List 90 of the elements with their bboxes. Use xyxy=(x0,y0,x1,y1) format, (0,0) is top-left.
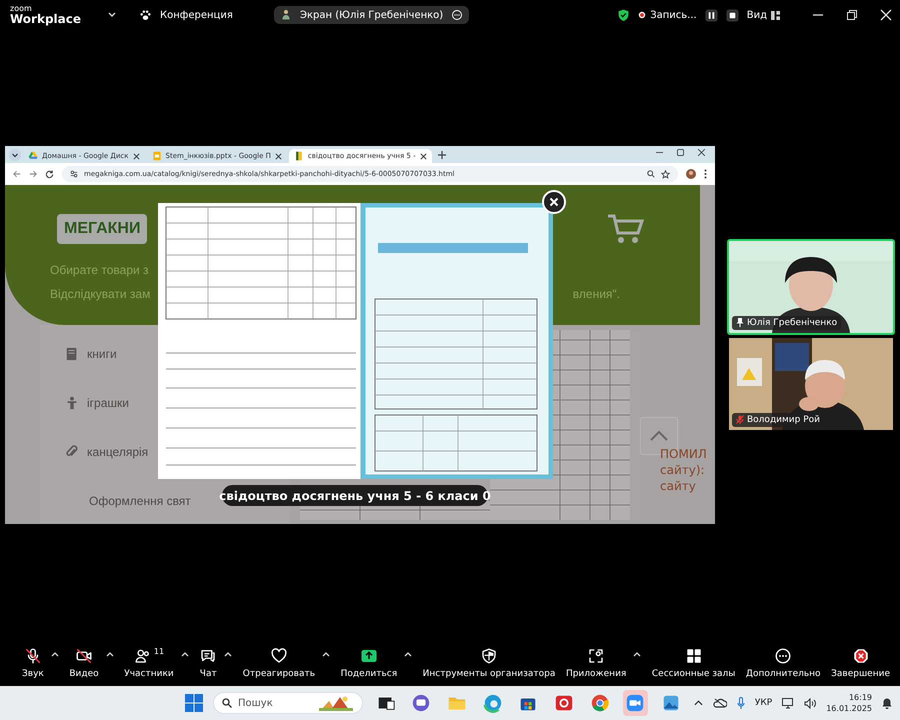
chevron-up-icon[interactable] xyxy=(694,700,703,706)
caret-icon[interactable] xyxy=(322,651,330,657)
chevron-up-icon xyxy=(649,430,669,442)
grid-icon xyxy=(771,10,780,20)
toolbar-button[interactable]: Завершение xyxy=(831,647,890,679)
toolbar-button[interactable]: Чат xyxy=(199,647,218,679)
clock-time[interactable]: 16:19 xyxy=(848,692,872,703)
start-icon[interactable] xyxy=(185,694,203,712)
caret-icon[interactable] xyxy=(50,651,59,657)
close-icon[interactable] xyxy=(420,152,427,160)
restore-icon[interactable] xyxy=(846,9,858,21)
toolbar-button[interactable]: 11 Участники xyxy=(124,647,174,679)
menu-item[interactable]: іграшки xyxy=(40,392,129,414)
clock-date[interactable]: 16.01.2025 xyxy=(826,703,872,714)
notice-text: сайту): xyxy=(659,463,706,477)
ring-app-icon xyxy=(554,693,574,713)
recording-label: Запись... xyxy=(650,10,697,20)
photos-icon xyxy=(661,693,682,713)
promo-text: Відслідкувати зам xyxy=(50,287,150,301)
toolbar-button[interactable]: Видео xyxy=(69,647,99,679)
app-name: Workplace xyxy=(10,13,82,25)
paw-icon xyxy=(139,8,152,22)
language-indicator[interactable]: УКР xyxy=(754,698,772,708)
notice-text: ПОМИЛ xyxy=(659,447,707,461)
mic-icon xyxy=(24,647,42,665)
meeting-title: Конференция xyxy=(160,10,233,20)
video-tile[interactable]: Юлія Гребеніченко xyxy=(727,238,895,334)
presenter-icon xyxy=(280,9,292,21)
restore-icon[interactable] xyxy=(677,149,684,156)
promo-text: вления". xyxy=(572,287,620,301)
logo-text: zoom xyxy=(10,5,33,13)
menu-item[interactable]: книги xyxy=(40,343,117,365)
mic-icon[interactable] xyxy=(736,697,745,709)
caret-icon[interactable] xyxy=(180,651,189,657)
close-icon[interactable] xyxy=(132,152,140,160)
toolbar-button[interactable]: Отреагировать xyxy=(242,647,316,679)
search-field[interactable]: Пошук xyxy=(213,692,363,714)
star-icon[interactable] xyxy=(661,170,670,178)
caret-icon[interactable] xyxy=(106,651,114,657)
toolbar-button[interactable]: Сессионные залы xyxy=(652,647,736,679)
pill-label: Экран (Юлія Гребеніченко) xyxy=(300,10,444,20)
close-icon[interactable] xyxy=(698,149,705,156)
bell-icon[interactable] xyxy=(882,698,892,708)
speaker-icon[interactable] xyxy=(804,698,816,708)
slides-icon xyxy=(152,151,162,161)
toolbar-button[interactable]: Дополнительно xyxy=(746,647,821,679)
chrome-icon xyxy=(590,693,610,713)
zoom-icon[interactable] xyxy=(647,170,655,178)
notice-text: сайту xyxy=(659,479,697,493)
screen-share-pill[interactable]: Экран (Юлія Гребеніченко) xyxy=(274,6,470,24)
toolbar-button[interactable]: Приложения xyxy=(566,647,626,679)
menu-item[interactable]: канцелярія xyxy=(40,441,148,463)
drive-icon xyxy=(28,151,38,161)
edge-icon xyxy=(482,693,503,713)
toolbar-button[interactable]: Поделиться xyxy=(340,647,398,679)
stop-icon[interactable] xyxy=(726,8,739,22)
caret-icon[interactable] xyxy=(224,651,232,657)
search-icon xyxy=(222,698,232,708)
forward-icon[interactable] xyxy=(29,170,37,178)
chevron-down-icon[interactable] xyxy=(9,148,21,160)
page-icon xyxy=(294,151,304,161)
cloud-off-icon[interactable] xyxy=(712,698,727,708)
more-icon[interactable] xyxy=(451,9,464,21)
pause-icon[interactable] xyxy=(704,8,718,22)
record-icon xyxy=(638,11,646,19)
paperclip-icon xyxy=(65,445,79,459)
camera-icon xyxy=(75,647,94,665)
toolbar-button[interactable]: Звук xyxy=(22,647,44,679)
book-icon xyxy=(65,347,79,361)
menu-icon[interactable] xyxy=(704,169,707,179)
avatar-icon[interactable] xyxy=(686,169,696,179)
video-app-icon xyxy=(625,693,646,713)
promo-text: Обирате товари з xyxy=(50,263,149,277)
caret-icon[interactable] xyxy=(404,651,412,657)
view-button[interactable]: Вид xyxy=(746,10,767,20)
close-icon[interactable] xyxy=(274,152,282,160)
cart-icon[interactable] xyxy=(607,213,645,245)
site-info-icon[interactable] xyxy=(70,170,78,178)
chat-icon xyxy=(411,693,432,713)
back-icon[interactable] xyxy=(13,170,21,178)
name-label: Юлія Гребеніченко xyxy=(732,316,842,330)
caret-icon[interactable] xyxy=(633,651,642,657)
close-icon xyxy=(549,197,559,207)
shield-check-icon xyxy=(617,8,630,22)
toolbar-button[interactable]: Инструменты организатора xyxy=(422,647,556,679)
figure-icon xyxy=(65,396,79,410)
menu-item[interactable]: Оформлення свят xyxy=(40,490,191,512)
reload-icon[interactable] xyxy=(45,170,54,178)
video-tile[interactable]: Володимир Рой xyxy=(727,336,895,432)
new-tab-icon[interactable] xyxy=(438,150,446,158)
